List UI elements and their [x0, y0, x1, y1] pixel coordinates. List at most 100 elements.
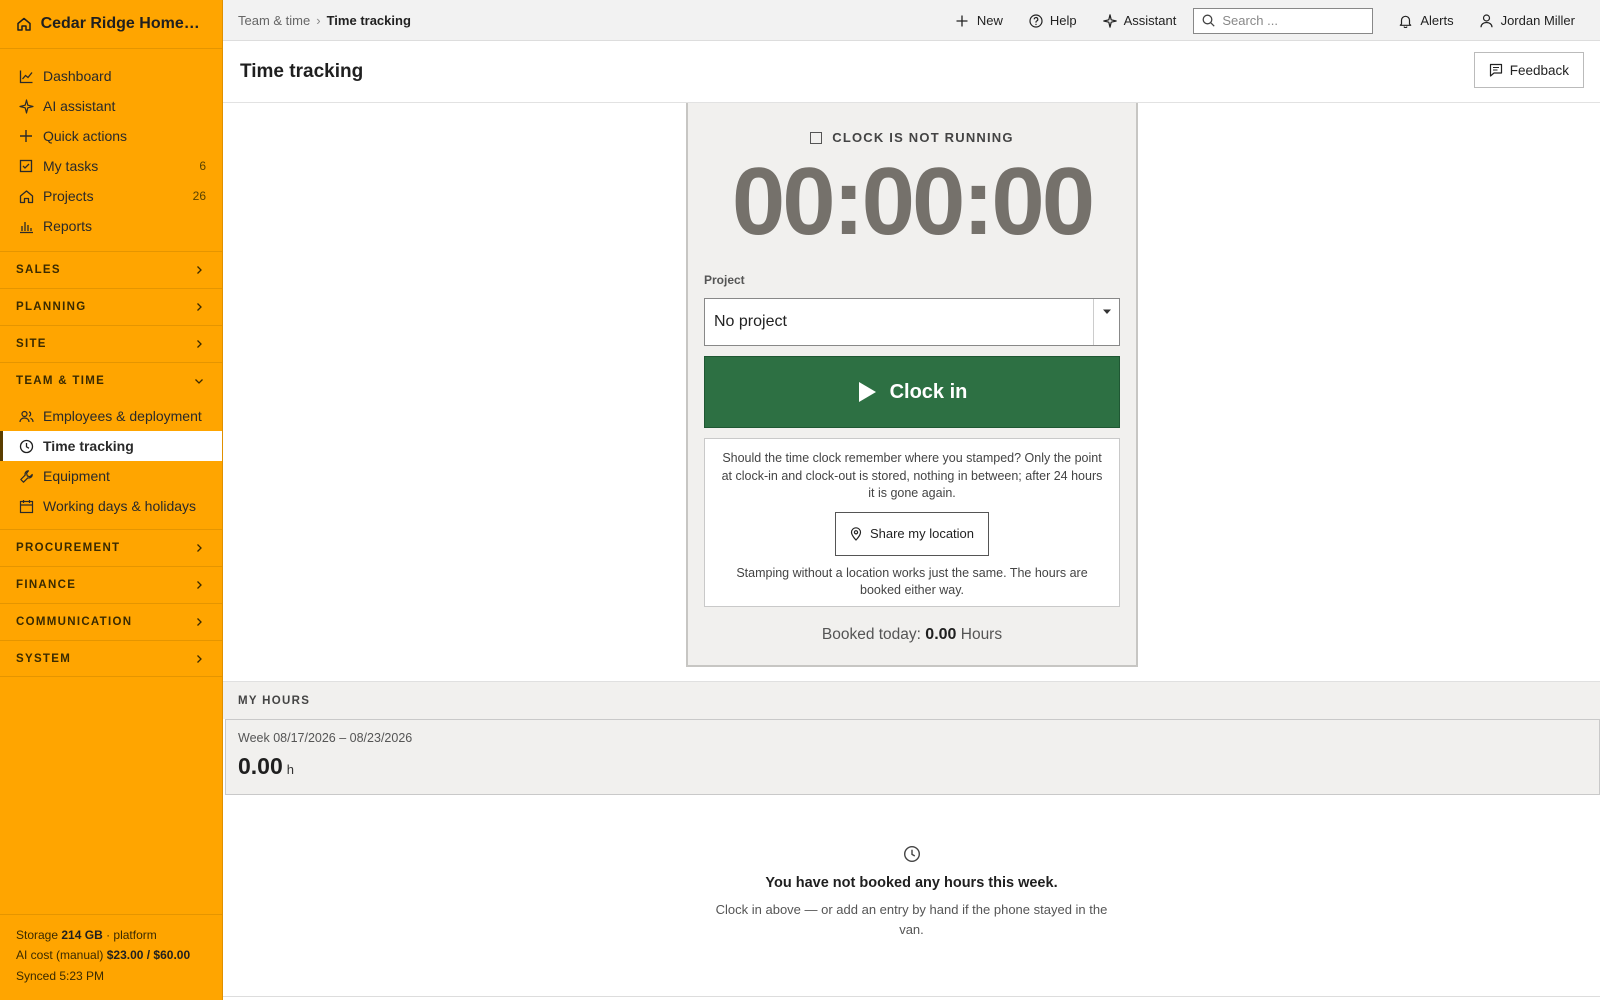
play-icon	[857, 381, 877, 403]
sync-status: Synced 5:23 PM	[16, 968, 105, 983]
assistant-button[interactable]: Assistant	[1102, 13, 1177, 28]
sidebar-item-label: Time tracking	[43, 438, 134, 454]
sidebar-item-label: Reports	[43, 218, 93, 234]
page-header: Time tracking Feedback	[223, 41, 1600, 103]
share-location-button[interactable]: Share my location	[835, 511, 989, 556]
search-input[interactable]	[1222, 13, 1363, 28]
storage-value: 214 GB	[61, 927, 103, 942]
sidebar-item-my-tasks[interactable]: My tasks 6	[0, 151, 222, 181]
chevron-right-icon	[194, 542, 206, 554]
section-label: FINANCE	[16, 579, 77, 591]
sidebar-item-working-days[interactable]: Working days & holidays	[0, 491, 222, 521]
user-icon	[1479, 13, 1494, 28]
week-summary-card: Week 08/17/2026 – 08/23/2026 0.00 h	[225, 719, 1600, 795]
booked-value: 0.00	[925, 626, 957, 643]
empty-state-description: Clock in above — or add an entry by hand…	[715, 902, 1108, 937]
breadcrumb-separator: ›	[316, 12, 321, 28]
timer-display: 00:00:00	[731, 148, 1095, 255]
alerts-button[interactable]: Alerts	[1399, 13, 1454, 28]
brand-name: Cedar Ridge Homes L...	[40, 15, 206, 32]
sidebar-item-label: AI assistant	[43, 98, 116, 114]
new-button[interactable]: New	[956, 13, 1003, 28]
section-site[interactable]: SITE	[0, 325, 222, 362]
chevron-right-icon	[194, 579, 206, 591]
stop-square-icon	[810, 131, 823, 144]
week-total-value: 0.00	[238, 753, 283, 779]
divider	[223, 996, 1600, 997]
sidebar-item-label: Quick actions	[43, 128, 128, 144]
chevron-right-icon	[194, 264, 206, 276]
sidebar: Cedar Ridge Homes L... Dashboard AI assi…	[0, 0, 223, 1000]
sidebar-item-equipment[interactable]: Equipment	[0, 461, 222, 491]
project-select-value: No project	[714, 313, 787, 330]
sidebar-item-reports[interactable]: Reports	[0, 211, 222, 241]
project-select[interactable]: No project	[704, 298, 1120, 346]
sidebar-item-label: Working days & holidays	[43, 498, 197, 514]
booked-unit: Hours	[960, 626, 1003, 643]
help-icon	[1029, 13, 1043, 28]
wrench-icon	[18, 468, 34, 484]
search-box[interactable]	[1193, 7, 1374, 34]
section-label: SALES	[16, 264, 61, 276]
share-location-label: Share my location	[869, 526, 975, 541]
breadcrumb-parent[interactable]: Team & time	[238, 13, 310, 28]
sidebar-item-label: Equipment	[43, 468, 110, 484]
section-sales[interactable]: SALES	[0, 251, 222, 288]
top-actions: New Help Assistant Alerts Jordan Miller	[930, 0, 1600, 41]
clock-status: CLOCK IS NOT RUNNING	[688, 130, 1136, 145]
empty-state-title: You have not booked any hours this week.	[765, 875, 1058, 891]
chevron-right-icon	[194, 653, 206, 665]
section-planning[interactable]: PLANNING	[0, 288, 222, 325]
chevron-right-icon	[194, 301, 206, 313]
caret-down-icon	[1093, 299, 1119, 345]
help-button[interactable]: Help	[1029, 13, 1077, 28]
clock-in-label: Clock in	[889, 380, 968, 403]
sidebar-item-count: 6	[199, 159, 206, 173]
sidebar-item-label: Projects	[43, 188, 94, 204]
topbar: Team & time › Time tracking New Help Ass…	[223, 0, 1600, 41]
new-label: New	[976, 13, 1003, 28]
bell-icon	[1399, 14, 1413, 28]
clock-icon	[903, 845, 921, 863]
section-team-time[interactable]: TEAM & TIME	[0, 362, 222, 399]
booked-today: Booked today: 0.00 Hours	[688, 626, 1136, 644]
chevron-right-icon	[194, 616, 206, 628]
sidebar-item-employees[interactable]: Employees & deployment	[0, 401, 222, 431]
alerts-label: Alerts	[1420, 13, 1454, 28]
sidebar-item-dashboard[interactable]: Dashboard	[0, 61, 222, 91]
bar-chart-icon	[18, 218, 34, 234]
empty-state: You have not booked any hours this week.…	[223, 845, 1600, 940]
week-range: Week 08/17/2026 – 08/23/2026	[238, 731, 413, 745]
week-total: 0.00 h	[238, 753, 1587, 780]
section-system[interactable]: SYSTEM	[0, 640, 222, 677]
feedback-button[interactable]: Feedback	[1473, 52, 1584, 88]
section-label: PLANNING	[16, 301, 87, 313]
section-communication[interactable]: COMMUNICATION	[0, 603, 222, 640]
brand[interactable]: Cedar Ridge Homes L...	[0, 0, 222, 49]
sidebar-item-quick-actions[interactable]: Quick actions	[0, 121, 222, 151]
users-icon	[18, 408, 34, 424]
storage-label: Storage	[16, 927, 59, 942]
section-procurement[interactable]: PROCUREMENT	[0, 529, 222, 566]
section-finance[interactable]: FINANCE	[0, 566, 222, 603]
sidebar-item-time-tracking[interactable]: Time tracking	[0, 431, 222, 461]
home-icon	[16, 15, 33, 33]
section-label: PROCUREMENT	[16, 542, 121, 554]
chevron-down-icon	[194, 375, 206, 387]
team-time-nav: Employees & deployment Time tracking Equ…	[0, 399, 222, 529]
sidebar-item-ai-assistant[interactable]: AI assistant	[0, 91, 222, 121]
storage-suffix: · platform	[106, 927, 157, 942]
section-label: TEAM & TIME	[16, 375, 106, 387]
feedback-label: Feedback	[1509, 62, 1569, 78]
user-menu[interactable]: Jordan Miller	[1479, 13, 1575, 28]
clock-in-button[interactable]: Clock in	[704, 356, 1120, 428]
assistant-label: Assistant	[1123, 13, 1177, 28]
sidebar-item-projects[interactable]: Projects 26	[0, 181, 222, 211]
location-panel: Should the time clock remember where you…	[704, 438, 1120, 607]
page-title: Time tracking	[240, 60, 364, 82]
ai-cost-info: AI cost (manual) $23.00 / $60.00	[16, 945, 206, 966]
section-label: SYSTEM	[16, 652, 72, 665]
clock-icon	[18, 438, 34, 454]
house-icon	[18, 188, 34, 204]
sparkle-icon	[18, 98, 34, 114]
